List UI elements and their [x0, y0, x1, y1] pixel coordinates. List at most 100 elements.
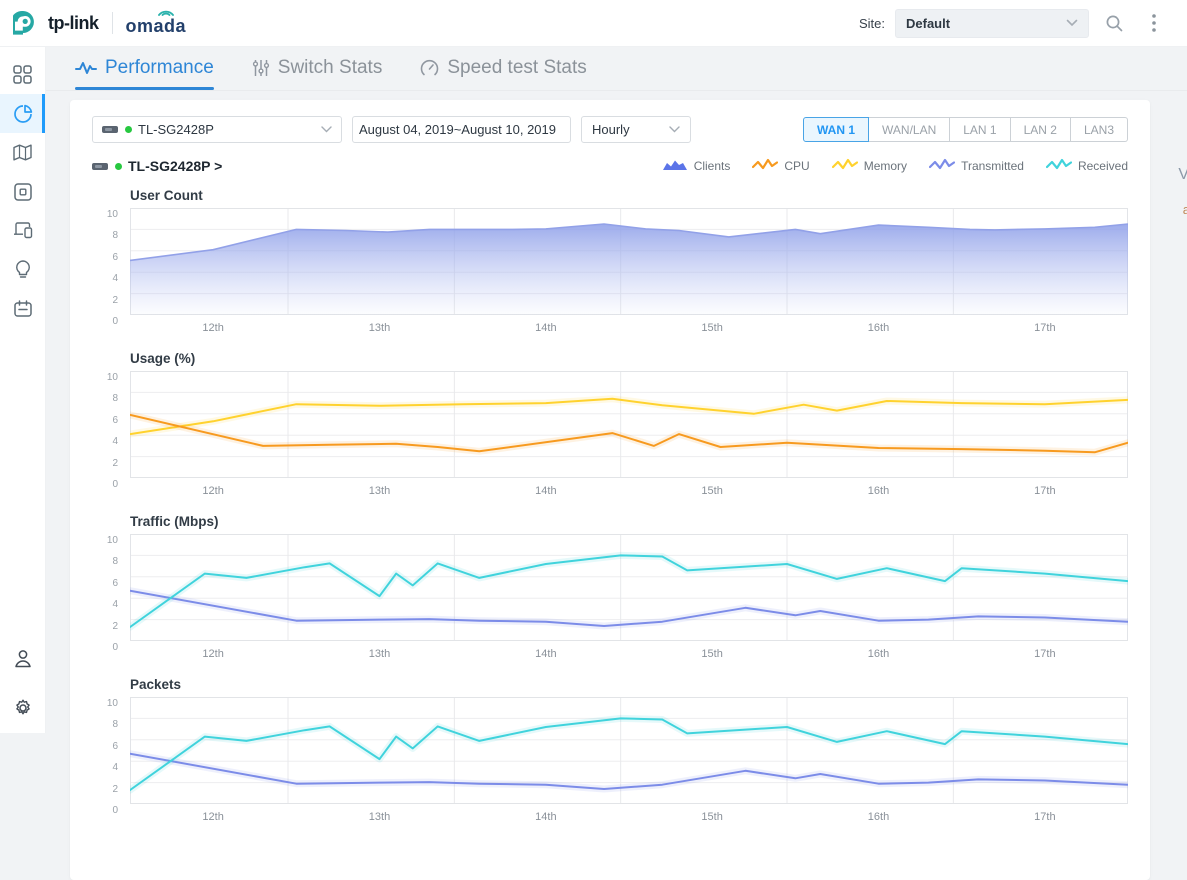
traffic-chart: [130, 534, 1128, 641]
chevron-down-icon: [1066, 19, 1078, 27]
y-axis: 0246810: [92, 214, 130, 339]
port-button-group: WAN 1 WAN/LAN LAN 1 LAN 2 LAN3: [803, 117, 1128, 142]
chart-section-packets: Packets 0246810 12th13th14th15th16th17th: [92, 677, 1128, 828]
y-axis-tick: 8: [94, 393, 124, 404]
legend-label: CPU: [784, 159, 809, 173]
tab-label: Switch Stats: [278, 57, 383, 79]
sidebar-item-account[interactable]: [0, 639, 45, 678]
switch-device-icon: [102, 126, 118, 133]
kebab-menu-icon: [1152, 14, 1156, 32]
port-button-lan3[interactable]: LAN3: [1071, 117, 1128, 142]
interval-select[interactable]: Hourly: [581, 116, 691, 143]
legend-label: Transmitted: [961, 159, 1024, 173]
chart-title: User Count: [130, 188, 1128, 203]
x-axis-label: 17th: [1034, 322, 1055, 334]
clipped-edge-text: a: [1183, 202, 1187, 217]
tab-bar: Performance Switch Stats Speed test Stat…: [46, 46, 1187, 91]
sidebar-item-map[interactable]: [0, 133, 45, 172]
device-status-dot: [115, 163, 122, 170]
tplink-logo: tp-link: [13, 9, 99, 37]
switch-device-icon: [92, 163, 108, 170]
account-icon: [14, 649, 32, 668]
x-axis-label: 13th: [369, 811, 390, 823]
y-axis-tick: 10: [94, 535, 124, 546]
chart-section-user-count: User Count 0246810 12th13th14th15th16th1…: [92, 188, 1128, 339]
x-axis-label: 16th: [868, 322, 889, 334]
y-axis-tick: 2: [94, 458, 124, 469]
legend-item-transmitted[interactable]: Transmitted: [929, 157, 1024, 176]
tab-label: Speed test Stats: [447, 57, 586, 79]
x-axis-label: 16th: [868, 648, 889, 660]
y-axis-tick: 2: [94, 784, 124, 795]
tab-speed-test-stats[interactable]: Speed test Stats: [420, 46, 586, 90]
received-line-icon: [1046, 157, 1072, 176]
port-button-wan1[interactable]: WAN 1: [803, 117, 869, 142]
x-axis-label: 15th: [701, 322, 722, 334]
sidebar-item-settings[interactable]: [0, 688, 45, 727]
usage-chart: [130, 371, 1128, 478]
chart-canvas: [130, 208, 1128, 315]
brand-divider: [112, 12, 113, 34]
y-axis-tick: 6: [94, 415, 124, 426]
y-axis-tick: 0: [94, 805, 124, 816]
legend-label: Clients: [694, 159, 731, 173]
device-status-dot: [125, 126, 132, 133]
sidebar-item-logs[interactable]: [0, 289, 45, 328]
port-button-lan1[interactable]: LAN 1: [950, 117, 1010, 142]
omada-text: omada: [126, 16, 187, 36]
tab-performance[interactable]: Performance: [75, 46, 214, 90]
x-axis: 12th13th14th15th16th17th: [130, 482, 1128, 502]
site-label: Site:: [859, 16, 885, 31]
port-button-wanlan[interactable]: WAN/LAN: [869, 117, 950, 142]
y-axis-tick: 0: [94, 479, 124, 490]
x-axis: 12th13th14th15th16th17th: [130, 808, 1128, 828]
performance-panel: TL-SG2428P August 04, 2019~August 10, 20…: [70, 100, 1150, 880]
clients-area-icon: [662, 157, 688, 176]
legend-label: Memory: [864, 159, 907, 173]
tab-switch-stats[interactable]: Switch Stats: [252, 46, 383, 90]
device-select[interactable]: TL-SG2428P: [92, 116, 342, 143]
sidebar-item-insights[interactable]: [0, 250, 45, 289]
y-axis: 0246810: [92, 540, 130, 665]
sidebar-item-statistics[interactable]: [0, 94, 45, 133]
y-axis-tick: 10: [94, 698, 124, 709]
y-axis-tick: 4: [94, 273, 124, 284]
y-axis-tick: 4: [94, 599, 124, 610]
chart-title: Packets: [130, 677, 1128, 692]
x-axis-label: 15th: [701, 485, 722, 497]
clipped-edge-text: V: [1178, 166, 1187, 184]
legend-item-clients[interactable]: Clients: [662, 157, 731, 176]
y-axis-tick: 10: [94, 209, 124, 220]
x-axis-label: 14th: [535, 648, 556, 660]
y-axis-tick: 2: [94, 621, 124, 632]
map-icon: [13, 144, 32, 161]
legend-item-cpu[interactable]: CPU: [752, 157, 809, 176]
x-axis-label: 12th: [202, 811, 223, 823]
x-axis-label: 14th: [535, 322, 556, 334]
search-button[interactable]: [1099, 8, 1129, 38]
y-axis-tick: 6: [94, 578, 124, 589]
x-axis-label: 16th: [868, 811, 889, 823]
legend-label: Received: [1078, 159, 1128, 173]
sidebar-item-dashboard[interactable]: [0, 55, 45, 94]
legend-item-received[interactable]: Received: [1046, 157, 1128, 176]
date-range-picker[interactable]: August 04, 2019~August 10, 2019: [352, 116, 571, 143]
chart-canvas: [130, 371, 1128, 478]
y-axis-tick: 4: [94, 762, 124, 773]
y-axis-tick: 0: [94, 642, 124, 653]
sidebar-item-clients[interactable]: [0, 211, 45, 250]
x-axis-label: 13th: [369, 485, 390, 497]
chart-section-traffic: Traffic (Mbps) 0246810 12th13th14th15th1…: [92, 514, 1128, 665]
controls-row: TL-SG2428P August 04, 2019~August 10, 20…: [92, 116, 1128, 143]
more-menu-button[interactable]: [1139, 8, 1169, 38]
top-bar: tp-link omada Site: Default: [0, 0, 1187, 47]
cpu-line-icon: [752, 157, 778, 176]
legend-item-memory[interactable]: Memory: [832, 157, 907, 176]
tplink-logo-icon: [13, 9, 41, 37]
sidebar-item-devices[interactable]: [0, 172, 45, 211]
device-name-link[interactable]: TL-SG2428P >: [128, 158, 222, 174]
performance-pulse-icon: [75, 60, 97, 76]
site-select[interactable]: Default: [895, 9, 1089, 38]
port-button-lan2[interactable]: LAN 2: [1011, 117, 1071, 142]
tab-label: Performance: [105, 57, 214, 79]
